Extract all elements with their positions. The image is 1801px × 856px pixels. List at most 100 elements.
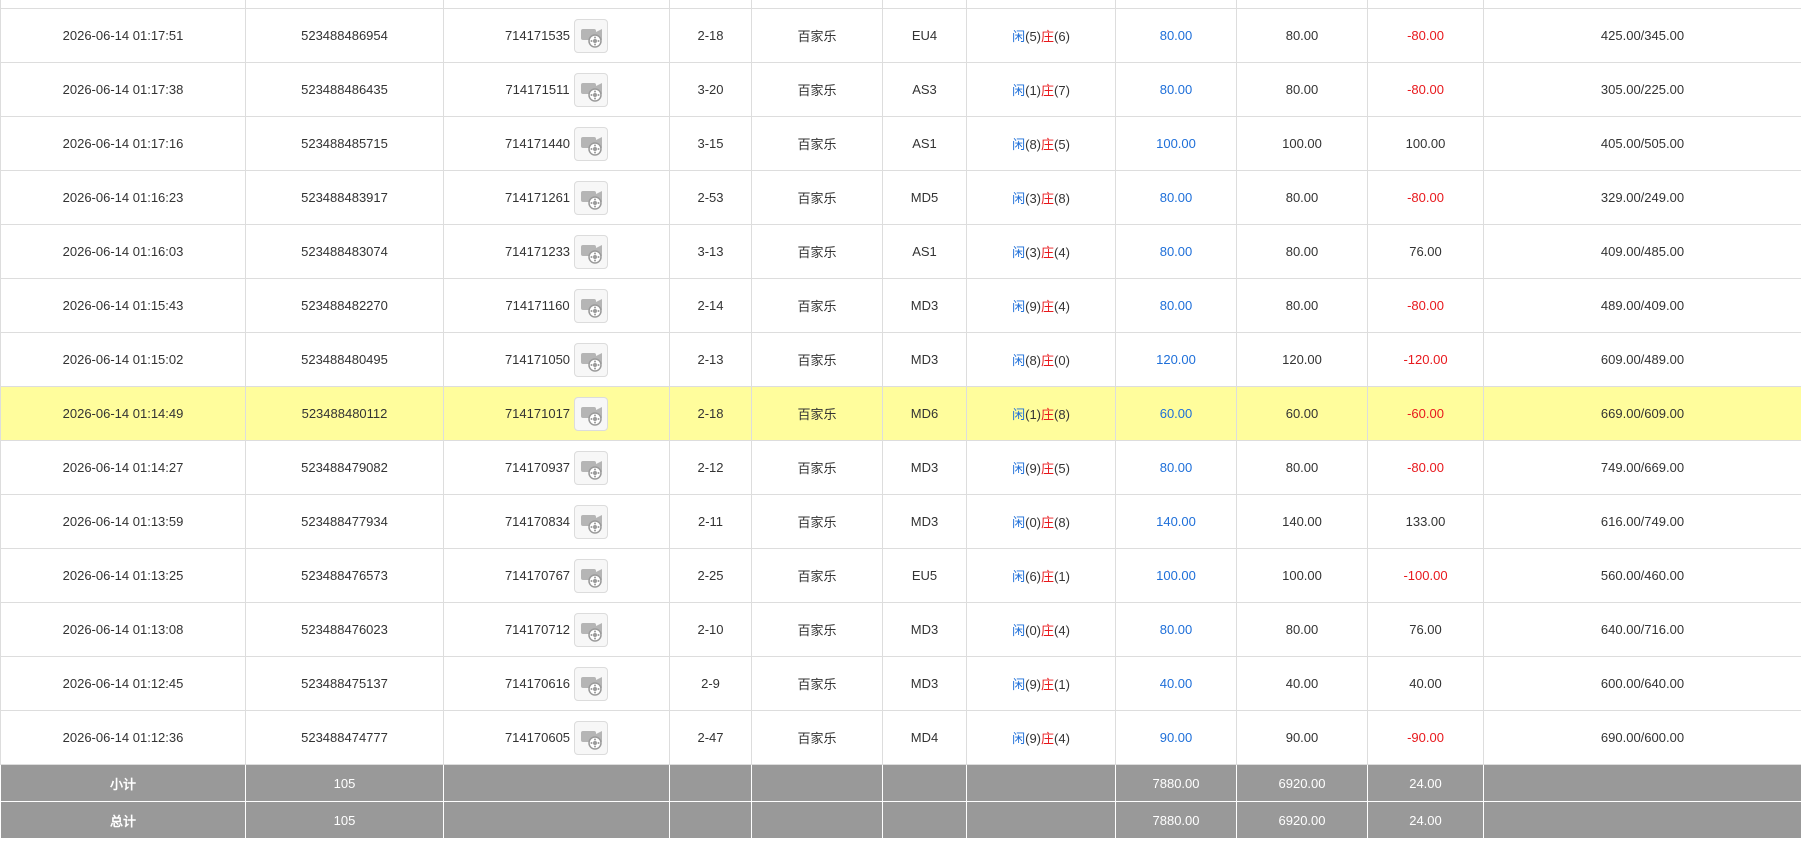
subtotal-row: 小计 105 7880.00 6920.00 24.00: [0, 764, 1801, 802]
video-replay-icon[interactable]: [574, 558, 609, 593]
bet-time: 2026-06-14 01:16:23: [0, 170, 246, 225]
table-row: 2026-06-14 01:12:36 523488474777 714170605…: [0, 710, 1801, 765]
game-id-cell: 714171511: [443, 62, 670, 117]
video-replay-icon[interactable]: [574, 450, 609, 485]
shoe-round: 2-53: [669, 170, 752, 225]
table-row: 2026-06-14 01:13:59 523488477934 714170834…: [0, 494, 1801, 549]
game-type: 百家乐: [751, 62, 883, 117]
valid-amount: 40.00: [1236, 656, 1368, 711]
win-loss: 76.00: [1367, 602, 1484, 657]
table-row: 2026-06-14 01:15:43 523488482270 714171160…: [0, 278, 1801, 333]
game-id-cell: 714170767: [443, 548, 670, 603]
video-replay-icon[interactable]: [574, 396, 609, 431]
banker-value: (0): [1054, 353, 1070, 368]
subtotal-valid: 6920.00: [1236, 764, 1368, 802]
video-replay-icon[interactable]: [573, 72, 608, 107]
video-replay-icon[interactable]: [574, 612, 609, 647]
table-code: MD3: [882, 278, 967, 333]
result-cell: 闲(1)庄(7): [966, 62, 1116, 117]
table-row: 2026-06-14 01:16:23 523488483917 714171261…: [0, 170, 1801, 225]
bet-id: 523488483917: [245, 170, 444, 225]
banker-value: (8): [1054, 191, 1070, 206]
player-label: 闲: [1012, 83, 1026, 98]
table-code: MD3: [882, 332, 967, 387]
table-code: MD3: [882, 656, 967, 711]
shoe-round: 2-18: [669, 8, 752, 63]
banker-value: (4): [1054, 731, 1070, 746]
player-value: (1): [1025, 83, 1041, 98]
bet-id: 523488480112: [245, 386, 444, 441]
video-replay-icon[interactable]: [574, 126, 609, 161]
balance: 690.00/600.00: [1483, 710, 1801, 765]
table-row: 2026-06-14 01:15:02 523488480495 714171050…: [0, 332, 1801, 387]
table-code: MD3: [882, 440, 967, 495]
video-replay-icon[interactable]: [574, 504, 609, 539]
player-label: 闲: [1012, 29, 1026, 44]
player-value: (5): [1025, 29, 1041, 44]
player-value: (8): [1025, 137, 1041, 152]
shoe-round: 3-20: [669, 62, 752, 117]
bet-amount: 90.00: [1115, 710, 1237, 765]
table-row: 2026-06-14 01:17:38 523488486435 714171511…: [0, 62, 1801, 117]
bet-time: 2026-06-14 01:15:02: [0, 332, 246, 387]
game-id: 714170767: [504, 568, 571, 583]
player-label: 闲: [1012, 731, 1026, 746]
bet-id: 523488483074: [245, 224, 444, 279]
table-row: 2026-06-14 01:17:51 523488486954 714171535…: [0, 8, 1801, 63]
video-replay-icon[interactable]: [574, 342, 609, 377]
win-loss: -60.00: [1367, 386, 1484, 441]
valid-amount: 80.00: [1236, 8, 1368, 63]
result-cell: 闲(0)庄(4): [966, 602, 1116, 657]
game-id-cell: 714170712: [443, 602, 670, 657]
banker-label: 庄: [1041, 29, 1055, 44]
video-replay-icon[interactable]: [574, 666, 609, 701]
win-loss: -80.00: [1367, 440, 1484, 495]
win-loss: -120.00: [1367, 332, 1484, 387]
table-row: 2026-06-14 01:12:45 523488475137 714170616…: [0, 656, 1801, 711]
shoe-round: 2-11: [669, 494, 752, 549]
game-id-cell: 714171535: [443, 8, 670, 63]
game-id-cell: 714171050: [443, 332, 670, 387]
player-label: 闲: [1012, 137, 1026, 152]
video-replay-icon[interactable]: [574, 18, 609, 53]
balance: 405.00/505.00: [1483, 116, 1801, 171]
player-label: 闲: [1012, 407, 1026, 422]
bet-amount: 80.00: [1115, 62, 1237, 117]
result-cell: 闲(8)庄(5): [966, 116, 1116, 171]
game-type: 百家乐: [751, 278, 883, 333]
player-value: (1): [1025, 407, 1041, 422]
player-label: 闲: [1012, 191, 1026, 206]
valid-amount: 120.00: [1236, 332, 1368, 387]
table-row: 2026-06-14 01:13:25 523488476573 714170767…: [0, 548, 1801, 603]
player-value: (9): [1025, 299, 1041, 314]
total-row: 总计 105 7880.00 6920.00 24.00: [0, 801, 1801, 839]
result-cell: 闲(6)庄(1): [966, 548, 1116, 603]
balance: 425.00/345.00: [1483, 8, 1801, 63]
bet-amount: 100.00: [1115, 116, 1237, 171]
video-replay-icon[interactable]: [574, 720, 609, 755]
win-loss: -80.00: [1367, 8, 1484, 63]
bet-id: 523488476573: [245, 548, 444, 603]
result-cell: 闲(9)庄(1): [966, 656, 1116, 711]
game-id-cell: 714171261: [443, 170, 670, 225]
balance: 305.00/225.00: [1483, 62, 1801, 117]
video-replay-icon[interactable]: [573, 288, 608, 323]
result-cell: 闲(9)庄(4): [966, 710, 1116, 765]
game-id-cell: 714171440: [443, 116, 670, 171]
bet-id: 523488477934: [245, 494, 444, 549]
game-type: 百家乐: [751, 8, 883, 63]
game-id: 714171261: [504, 190, 571, 205]
player-label: 闲: [1012, 515, 1026, 530]
game-id: 714170605: [504, 730, 571, 745]
game-id-cell: 714170605: [443, 710, 670, 765]
player-value: (3): [1025, 245, 1041, 260]
game-id: 714170834: [504, 514, 571, 529]
bet-records-table: 2026-06-14 01:17:51 523488486954 714171535…: [0, 0, 1801, 839]
bet-amount: 80.00: [1115, 170, 1237, 225]
banker-value: (4): [1054, 299, 1070, 314]
player-value: (8): [1025, 353, 1041, 368]
player-label: 闲: [1012, 245, 1026, 260]
video-replay-icon[interactable]: [574, 180, 609, 215]
result-cell: 闲(5)庄(6): [966, 8, 1116, 63]
video-replay-icon[interactable]: [574, 234, 609, 269]
